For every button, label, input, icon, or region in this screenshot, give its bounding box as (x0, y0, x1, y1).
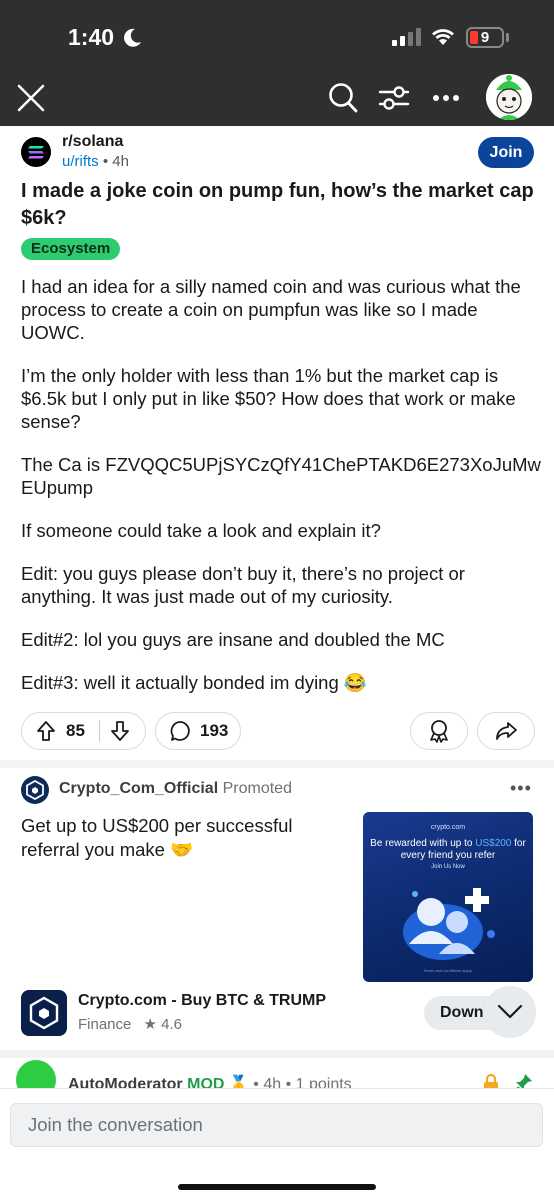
crypto-com-logo-icon (26, 779, 44, 801)
pin-icon (516, 1074, 532, 1088)
filter-icon[interactable] (378, 84, 410, 112)
ad-image-brand: crypto.com (430, 824, 466, 831)
app-category: Finance (78, 1016, 132, 1033)
app-meta: Finance ★ 4.6 (78, 1015, 182, 1033)
comment-header: AutoModerator MOD 🥇 • 4h • 1 points (68, 1074, 352, 1088)
mod-badge: MOD (187, 1076, 225, 1088)
status-time: 1:40 (68, 24, 115, 50)
more-options-icon[interactable] (432, 94, 460, 102)
app-rating: 4.6 (161, 1016, 183, 1033)
crypto-com-app-icon (29, 996, 59, 1030)
advertiser-name[interactable]: Crypto_Com_Official (59, 780, 218, 797)
battery-icon: 9 (466, 27, 504, 48)
promoted-label: Promoted (222, 780, 292, 797)
post-age: 4h (112, 153, 129, 170)
comment-separator: • (253, 1076, 259, 1088)
ad-image-headline-highlight: US$200 (475, 838, 512, 849)
app-name[interactable]: Crypto.com - Buy BTC & TRUMP (78, 992, 326, 1010)
comment-count: 193 (200, 721, 229, 740)
author-link[interactable]: u/rifts (62, 153, 99, 170)
solana-logo-icon (28, 146, 44, 159)
battery-level: 9 (480, 29, 490, 46)
moon-icon (124, 28, 141, 47)
battery-cap (506, 33, 509, 42)
collapse-ad-button[interactable] (484, 986, 536, 1038)
comments-button[interactable]: 193 (155, 712, 241, 750)
post-meta: u/rifts • 4h (62, 153, 129, 170)
comment-input[interactable]: Join the conversation (10, 1103, 543, 1147)
bottom-bar: Join the conversation (0, 1088, 554, 1200)
subreddit-name[interactable]: r/solana (62, 133, 123, 151)
comment-author[interactable]: AutoModerator (68, 1076, 183, 1088)
automoderator-avatar[interactable] (16, 1060, 56, 1088)
mod-emoji: 🥇 (228, 1076, 249, 1088)
ad-image-headline: Be rewarded with up to US$200 for every … (363, 838, 533, 862)
body-paragraph: Edit#3: well it actually bonded im dying… (21, 672, 367, 693)
ad-image-cta: Join Us Now (431, 864, 465, 870)
home-indicator[interactable] (178, 1184, 376, 1190)
star-icon: ★ (143, 1016, 157, 1033)
share-icon (496, 722, 517, 740)
app-icon[interactable] (21, 990, 67, 1036)
upvote-count: 85 (66, 721, 85, 740)
ad-image-fine-print: Terms and conditions apply. (423, 968, 473, 973)
vote-divider (98, 720, 100, 742)
signal-icon (392, 28, 421, 46)
body-paragraph: I’m the only holder with less than 1% bu… (21, 365, 516, 432)
comment-icon (170, 721, 190, 741)
top-bar: 1:40 9 (0, 0, 554, 126)
comment-separator: • (285, 1076, 292, 1088)
referral-people-icon (403, 888, 495, 960)
ad-more-options-icon[interactable]: ••• (510, 778, 532, 799)
advertiser-line: Crypto_Com_Official Promoted (59, 780, 292, 798)
wifi-icon (432, 29, 454, 45)
award-icon (430, 720, 448, 743)
lock-icon (484, 1074, 498, 1088)
body-paragraph: I had an idea for a silly named coin and… (21, 276, 521, 343)
comment-age: 4h (263, 1076, 282, 1088)
chevron-down-icon (497, 1004, 523, 1019)
ad-image[interactable]: crypto.com Be rewarded with up to US$200… (363, 812, 533, 982)
user-avatar[interactable] (486, 74, 532, 120)
body-paragraph: Edit: you guys please don’t buy it, ther… (21, 563, 465, 607)
body-paragraph: Edit#2: lol you guys are insane and doub… (21, 629, 445, 650)
avatar-icon (486, 74, 532, 120)
post-flair[interactable]: Ecosystem (21, 238, 121, 260)
post-body: I had an idea for a silly named coin and… (21, 275, 541, 714)
body-paragraph: If someone could take a look and explain… (21, 520, 381, 541)
comment-row[interactable]: AutoModerator MOD 🥇 • 4h • 1 points (0, 1060, 554, 1088)
meta-separator: • (102, 153, 109, 170)
ad-text[interactable]: Get up to US$200 per successful referral… (21, 814, 341, 862)
search-icon[interactable] (328, 82, 358, 114)
subreddit-icon[interactable] (21, 137, 51, 167)
advertiser-avatar[interactable] (21, 776, 49, 804)
share-button[interactable] (477, 712, 535, 750)
post-title[interactable]: I made a joke coin on pump fun, how’s th… (21, 178, 536, 232)
body-paragraph: The Ca is FZVQQC5UPjSYCzQfY41ChePTAKD6E2… (21, 454, 541, 498)
join-button[interactable]: Join (478, 137, 534, 168)
comment-points: 1 points (295, 1076, 352, 1088)
downvote-icon[interactable] (110, 720, 130, 742)
vote-pill: 85 (21, 712, 146, 750)
award-button[interactable] (410, 712, 468, 750)
close-icon[interactable] (17, 84, 45, 112)
section-divider (0, 1050, 554, 1058)
upvote-icon[interactable] (36, 720, 56, 742)
section-divider (0, 760, 554, 768)
ad-image-headline-a: Be rewarded with up to (370, 838, 476, 849)
